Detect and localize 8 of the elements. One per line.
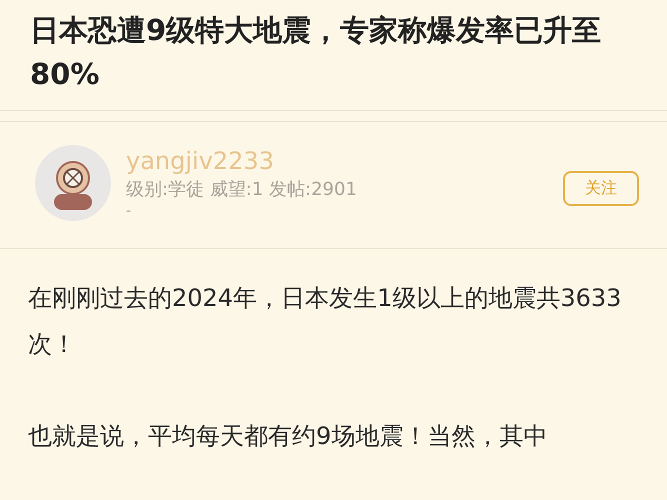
body-paragraph: 也就是说，平均每天都有约9场地震！当然，其中 (28, 421, 548, 452)
user-stats: 级别:学徒 威望:1 发帖:2901 (126, 178, 358, 201)
follow-button[interactable]: 关注 (563, 170, 639, 206)
post-title: 日本恐遭9级特大地震，专家称爆发率已升至80% (30, 12, 602, 93)
diving-helmet-avatar-icon (34, 144, 112, 222)
username[interactable]: yangjiv2233 (126, 147, 549, 175)
user-signature: - (126, 203, 132, 219)
body-paragraph: 在刚刚过去的2024年，日本发生1级以上的地震共3633次！ (28, 283, 622, 360)
